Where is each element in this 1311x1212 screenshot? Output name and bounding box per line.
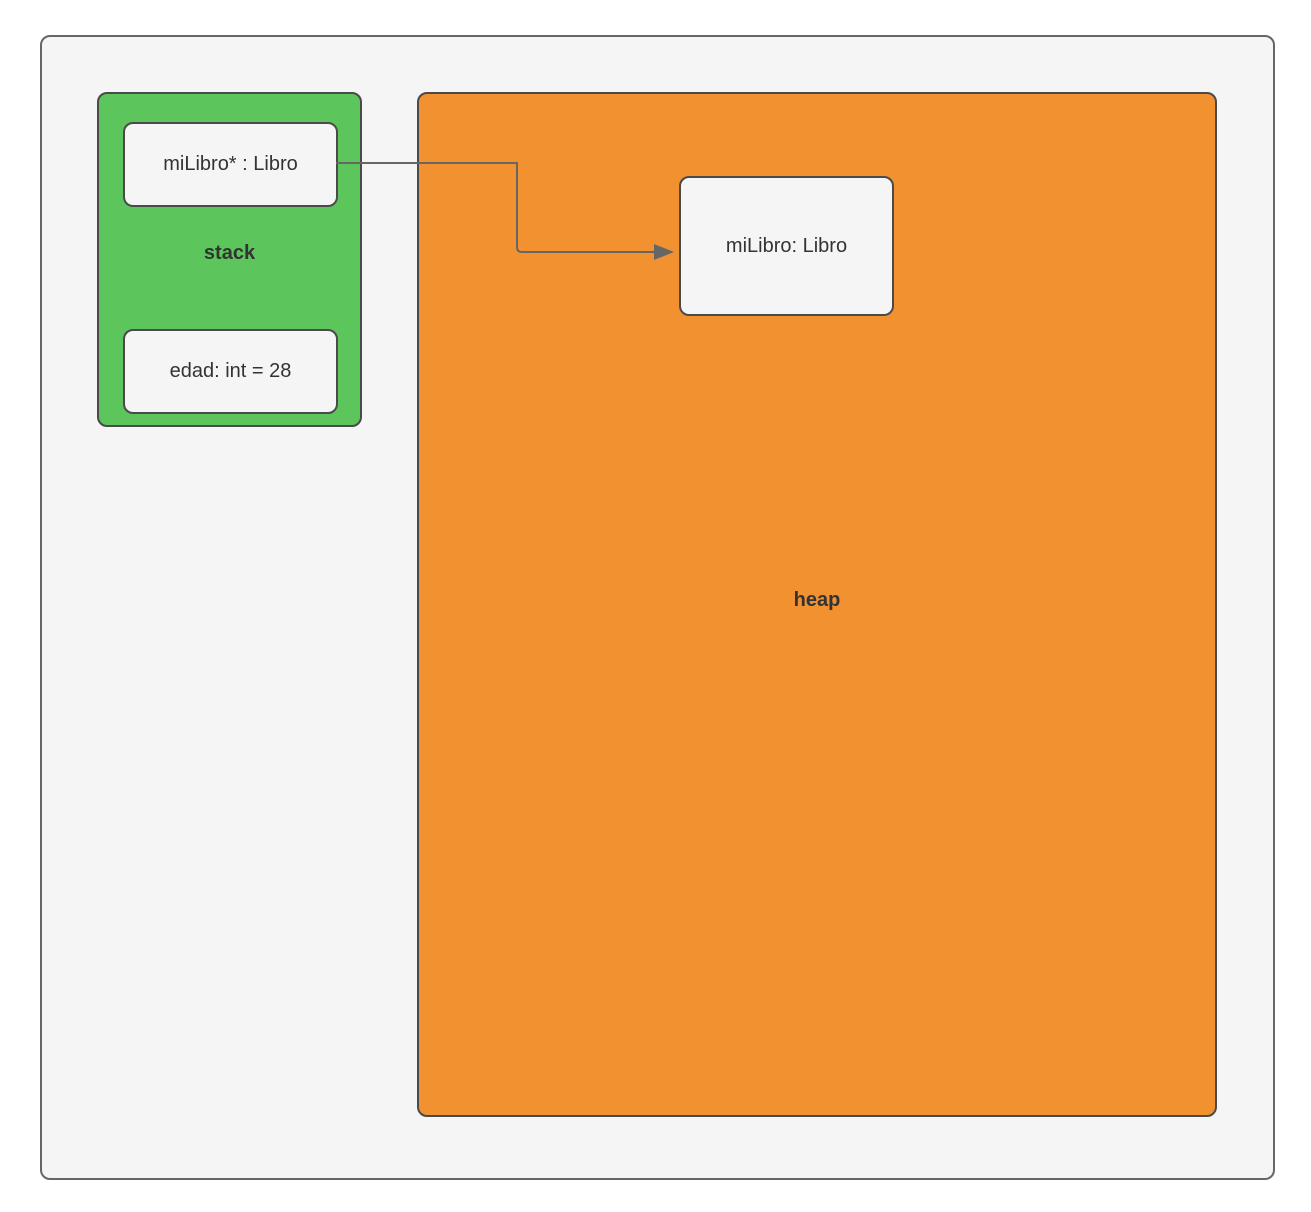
memory-diagram-container: miLibro* : Libro stack edad: int = 28 mi… bbox=[40, 35, 1275, 1180]
heap-cell-object-label: miLibro: Libro bbox=[726, 235, 847, 258]
stack-region: miLibro* : Libro stack edad: int = 28 bbox=[97, 92, 362, 427]
stack-cell-pointer-label: miLibro* : Libro bbox=[163, 153, 298, 176]
stack-cell-pointer: miLibro* : Libro bbox=[123, 122, 338, 207]
stack-label: stack bbox=[99, 242, 360, 265]
heap-region: miLibro: Libro heap bbox=[417, 92, 1217, 1117]
heap-label: heap bbox=[419, 589, 1215, 612]
stack-cell-value: edad: int = 28 bbox=[123, 329, 338, 414]
heap-cell-object: miLibro: Libro bbox=[679, 176, 894, 316]
stack-cell-value-label: edad: int = 28 bbox=[170, 360, 292, 383]
